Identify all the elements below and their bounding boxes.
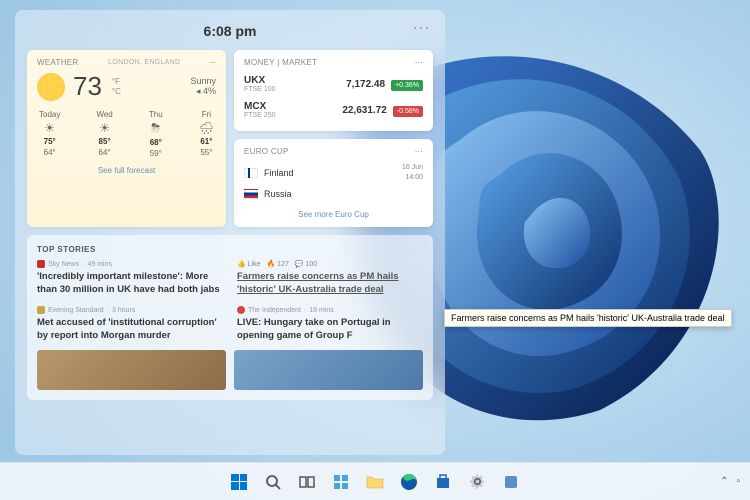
more-icon[interactable]: ··· [413, 20, 431, 34]
edge-button[interactable] [395, 468, 423, 496]
sun-icon [37, 73, 65, 101]
see-euro-link[interactable]: See more Euro Cup [244, 210, 423, 219]
widgets-panel: 6:08 pm ··· WEATHERLondon, England─ 73 °… [15, 10, 445, 455]
top-stories-widget: TOP STORIES Sky News · 49 mins 'Incredib… [27, 235, 433, 400]
market-row: MCXFTSE 25022,631.72-0.58% [244, 97, 423, 123]
search-button[interactable] [259, 468, 287, 496]
forecast-row: Today☀75°64° Wed☀85°64° Thu⛈68°59° Fri🌧6… [37, 110, 216, 158]
taskbar: ⌃▫ [0, 462, 750, 500]
story-thumbnail[interactable] [234, 350, 423, 390]
flag-finland-icon [244, 168, 258, 178]
system-tray[interactable]: ⌃▫ [720, 476, 740, 487]
widgets-button[interactable] [327, 468, 355, 496]
story-item[interactable]: Evening Standard · 3 hours Met accused o… [37, 306, 223, 342]
weather-title: WEATHER [37, 58, 79, 67]
tray-icon[interactable]: ▫ [736, 476, 740, 487]
pin-icon[interactable]: ─ [210, 58, 216, 67]
source-icon [37, 306, 45, 314]
euro-cup-widget[interactable]: EURO CUP⋯ Finland16 Jun14:00 Russia See … [234, 139, 433, 227]
weather-widget[interactable]: WEATHERLondon, England─ 73 °F°C Sunny◂ 4… [27, 50, 226, 227]
story-item[interactable]: The Independent · 18 mins LIVE: Hungary … [237, 306, 423, 342]
panel-time: 6:08 pm [204, 23, 257, 39]
market-row: UKXFTSE 1007,172.48+0.36% [244, 71, 423, 97]
weather-location: London, England [108, 59, 180, 66]
see-forecast-link[interactable]: See full forecast [37, 166, 216, 175]
store-button[interactable] [429, 468, 457, 496]
explorer-button[interactable] [361, 468, 389, 496]
more-icon[interactable]: ⋯ [415, 58, 423, 67]
more-icon[interactable]: ⋯ [415, 147, 423, 156]
story-item[interactable]: Sky News · 49 mins 'Incredibly important… [37, 260, 223, 296]
app-button[interactable] [497, 468, 525, 496]
temperature: 73 [73, 71, 102, 102]
flag-russia-icon [244, 189, 258, 199]
settings-button[interactable] [463, 468, 491, 496]
market-widget[interactable]: MONEY | MARKET⋯ UKXFTSE 1007,172.48+0.36… [234, 50, 433, 131]
task-view-button[interactable] [293, 468, 321, 496]
chevron-up-icon[interactable]: ⌃ [720, 476, 728, 487]
source-icon [37, 260, 45, 268]
source-icon [237, 306, 245, 314]
start-button[interactable] [225, 468, 253, 496]
story-item[interactable]: 👍 Like🔥 127💬 100 Farmers raise concerns … [237, 260, 423, 296]
tooltip: Farmers raise concerns as PM hails 'hist… [444, 309, 732, 327]
story-thumbnail[interactable] [37, 350, 226, 390]
